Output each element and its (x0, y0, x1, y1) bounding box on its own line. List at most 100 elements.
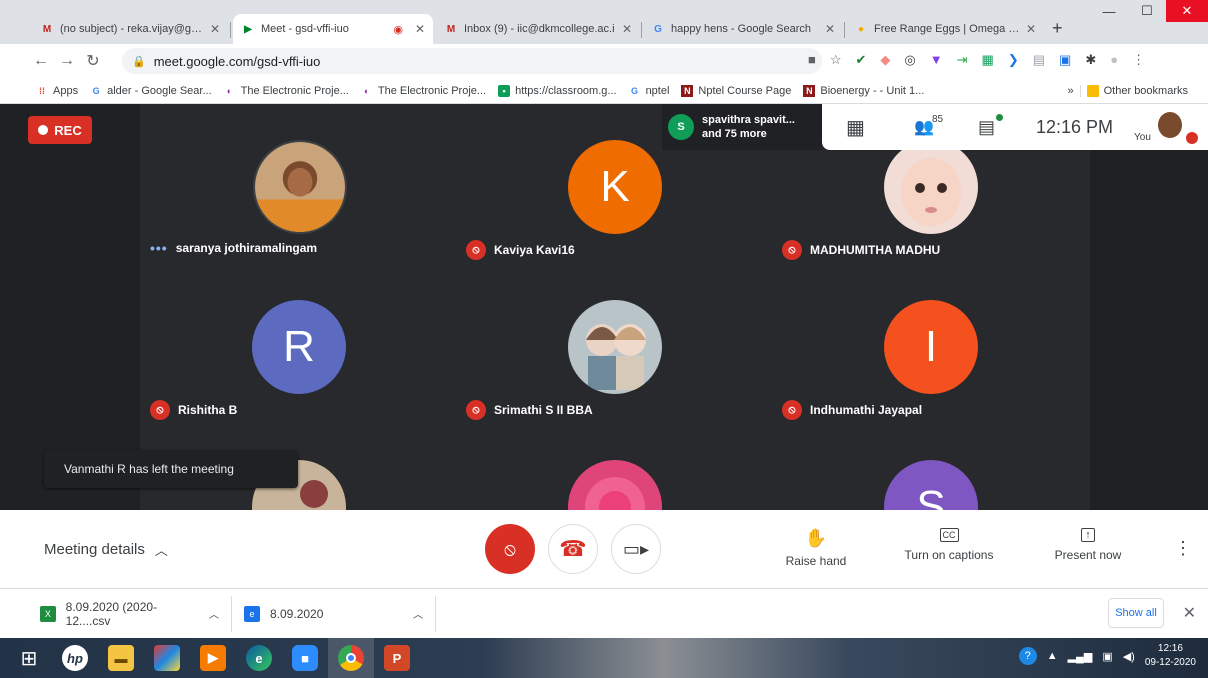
zoom-app[interactable]: ■ (282, 638, 328, 678)
tiles-extension-icon[interactable]: ▤ (1033, 52, 1045, 68)
meet-clock: 12:16 PM (1036, 116, 1114, 137)
mic-toggle-button[interactable]: ⦸ (485, 524, 535, 574)
mic-off-icon: ⦸ (782, 400, 802, 420)
bookmark-item[interactable]: G nptel (623, 85, 676, 97)
bookmark-item[interactable]: N Nptel Course Page (675, 84, 797, 97)
present-now-button[interactable]: ↑ Present now (1033, 528, 1143, 562)
tab-label: happy hens - Google Search (671, 23, 812, 35)
apps-icon: ⁞⁞ (39, 85, 45, 96)
tab-gmail[interactable]: M (no subject) - reka.vijay@gmail ✕ (32, 14, 228, 44)
baby-photo-icon (884, 140, 978, 234)
more-options-icon[interactable]: ⋮ (1174, 538, 1192, 559)
chrome-app[interactable] (328, 638, 374, 678)
chat-icon[interactable]: ▤ (978, 117, 995, 138)
meeting-details-button[interactable]: Meeting details ︿ (44, 540, 168, 559)
puzzle-icon[interactable]: ✱ (1085, 52, 1096, 68)
participant-name-row: ⦸ Kaviya Kavi16 (466, 240, 575, 260)
hand-icon: ✋ (804, 527, 828, 548)
downloads-bar: X 8.09.2020 (2020-12....csv ︿ e 8.09.202… (0, 588, 1208, 638)
bookmark-label: https://classroom.g... (515, 84, 617, 97)
edge-app[interactable]: e (236, 638, 282, 678)
bookmark-item[interactable]: ▪ https://classroom.g... (492, 84, 622, 97)
other-bookmarks[interactable]: Other bookmarks (1079, 84, 1194, 97)
menu-icon[interactable]: ⋮ (1132, 52, 1145, 68)
help-icon[interactable]: ? (1018, 647, 1037, 665)
leave-call-button[interactable]: ☎ (548, 524, 598, 574)
download-item[interactable]: X 8.09.2020 (2020-12....csv ︿ (28, 595, 232, 632)
taskbar-clock[interactable]: 12:16 09-12-2020 (1145, 642, 1196, 670)
file-icon: e (244, 605, 260, 622)
google-icon: G (92, 85, 100, 96)
chevron-up-icon[interactable]: ︿ (413, 606, 423, 621)
close-window-icon[interactable]: ✕ (1166, 0, 1208, 22)
media-app[interactable]: ▶ (190, 638, 236, 678)
close-tab-icon[interactable]: ✕ (1026, 22, 1036, 36)
screen-extension-icon[interactable]: ▣ (1059, 52, 1071, 68)
vpn-extension-icon[interactable]: ▼ (930, 52, 943, 68)
self-avatar (1158, 112, 1182, 138)
start-button[interactable]: ⊞ (6, 638, 52, 678)
tab-inbox[interactable]: M Inbox (9) - iic@dkmcollege.ac.i ✕ (436, 14, 640, 44)
camera-toggle-button[interactable]: ▭▸ (611, 524, 661, 574)
arrow-extension-icon[interactable]: ◆ (880, 52, 890, 68)
check-extension-icon[interactable]: ✔ (856, 52, 867, 68)
chevron-up-icon[interactable]: ▲ (1047, 650, 1058, 662)
tab-google-search[interactable]: G happy hens - Google Search ✕ (643, 14, 843, 44)
close-icon[interactable]: ✕ (1183, 603, 1196, 623)
chat-who-text: spavithra spavit... and 75 more (702, 113, 795, 141)
grid-extension-icon[interactable]: ▦ (982, 52, 994, 68)
bookmark-item[interactable]: N Bioenergy - - Unit 1... (797, 84, 930, 97)
profile-icon[interactable]: ● (1110, 52, 1118, 68)
forward-icon[interactable]: → (54, 52, 80, 70)
raise-hand-button[interactable]: ✋ Raise hand (761, 527, 871, 569)
show-all-button[interactable]: Show all (1108, 598, 1164, 628)
new-tab-button[interactable]: + (1052, 18, 1063, 39)
rec-label: REC (54, 122, 82, 138)
close-tab-icon[interactable]: ✕ (825, 22, 835, 36)
tab-free-range-eggs[interactable]: ● Free Range Eggs | Omega 3 | C ✕ (846, 14, 1044, 44)
hp-app[interactable]: hp (52, 638, 98, 678)
download-filename: 8.09.2020 (270, 606, 324, 621)
wifi-icon[interactable]: ▂▄▆ (1068, 650, 1093, 663)
back-icon[interactable]: ← (28, 52, 54, 70)
minimize-icon[interactable]: — (1090, 0, 1128, 22)
bookmark-label: The Electronic Proje... (377, 84, 487, 97)
tab-meet[interactable]: ▶ Meet - gsd-vffi-iuo ◉ ✕ (233, 14, 433, 44)
login-extension-icon[interactable]: ⇥ (957, 52, 968, 68)
participant-avatar: K (568, 140, 662, 234)
photos-app[interactable] (144, 638, 190, 678)
volume-icon[interactable]: ◀) (1123, 650, 1135, 663)
grid-view-icon[interactable]: ▦ (846, 115, 865, 140)
chevron-up-icon[interactable]: ︿ (209, 606, 219, 621)
close-tab-icon[interactable]: ✕ (415, 22, 425, 36)
bookmark-apps[interactable]: ⁞⁞ Apps (30, 85, 84, 97)
maximize-icon[interactable]: ☐ (1128, 0, 1166, 22)
chat-participants-chip[interactable]: S spavithra spavit... and 75 more (662, 104, 822, 150)
media-player-icon: ▶ (200, 645, 226, 671)
omnibox[interactable]: 🔒 meet.google.com/gsd-vffi-iuo (122, 48, 822, 74)
tab-label: Meet - gsd-vffi-iuo (261, 23, 349, 35)
captions-button[interactable]: CC Turn on captions (894, 528, 1004, 562)
file-explorer-app[interactable]: ▬ (98, 638, 144, 678)
star-icon[interactable]: ☆ (830, 52, 842, 68)
bookmark-item[interactable]: ◐ The Electronic Proje... (218, 85, 355, 97)
chevron-extension-icon[interactable]: ❯ (1008, 52, 1019, 68)
close-tab-icon[interactable]: ✕ (210, 22, 220, 36)
chrome-icon (338, 645, 364, 671)
windows-icon: ⊞ (20, 647, 38, 670)
people-icon[interactable]: 👥 (914, 117, 934, 137)
lock-icon: 🔒 (132, 55, 146, 68)
bookmark-item[interactable]: ◐ The Electronic Proje... (355, 85, 492, 97)
timer-extension-icon[interactable]: ◎ (904, 52, 915, 68)
reload-icon[interactable]: ↻ (80, 51, 106, 71)
more-bookmarks-button[interactable]: » (1062, 85, 1080, 97)
camera-icon[interactable]: ■ (808, 52, 816, 68)
bookmark-item[interactable]: G alder - Google Sear... (84, 85, 218, 97)
participant-name-row: ⦸ Indhumathi Jayapal (782, 400, 922, 420)
powerpoint-app[interactable]: P (374, 638, 420, 678)
network-icon[interactable]: ▣ (1102, 650, 1112, 663)
clock-date: 09-12-2020 (1144, 657, 1196, 668)
rose-photo-icon (568, 460, 662, 510)
download-item[interactable]: e 8.09.2020 ︿ (232, 595, 436, 632)
close-tab-icon[interactable]: ✕ (622, 22, 632, 36)
